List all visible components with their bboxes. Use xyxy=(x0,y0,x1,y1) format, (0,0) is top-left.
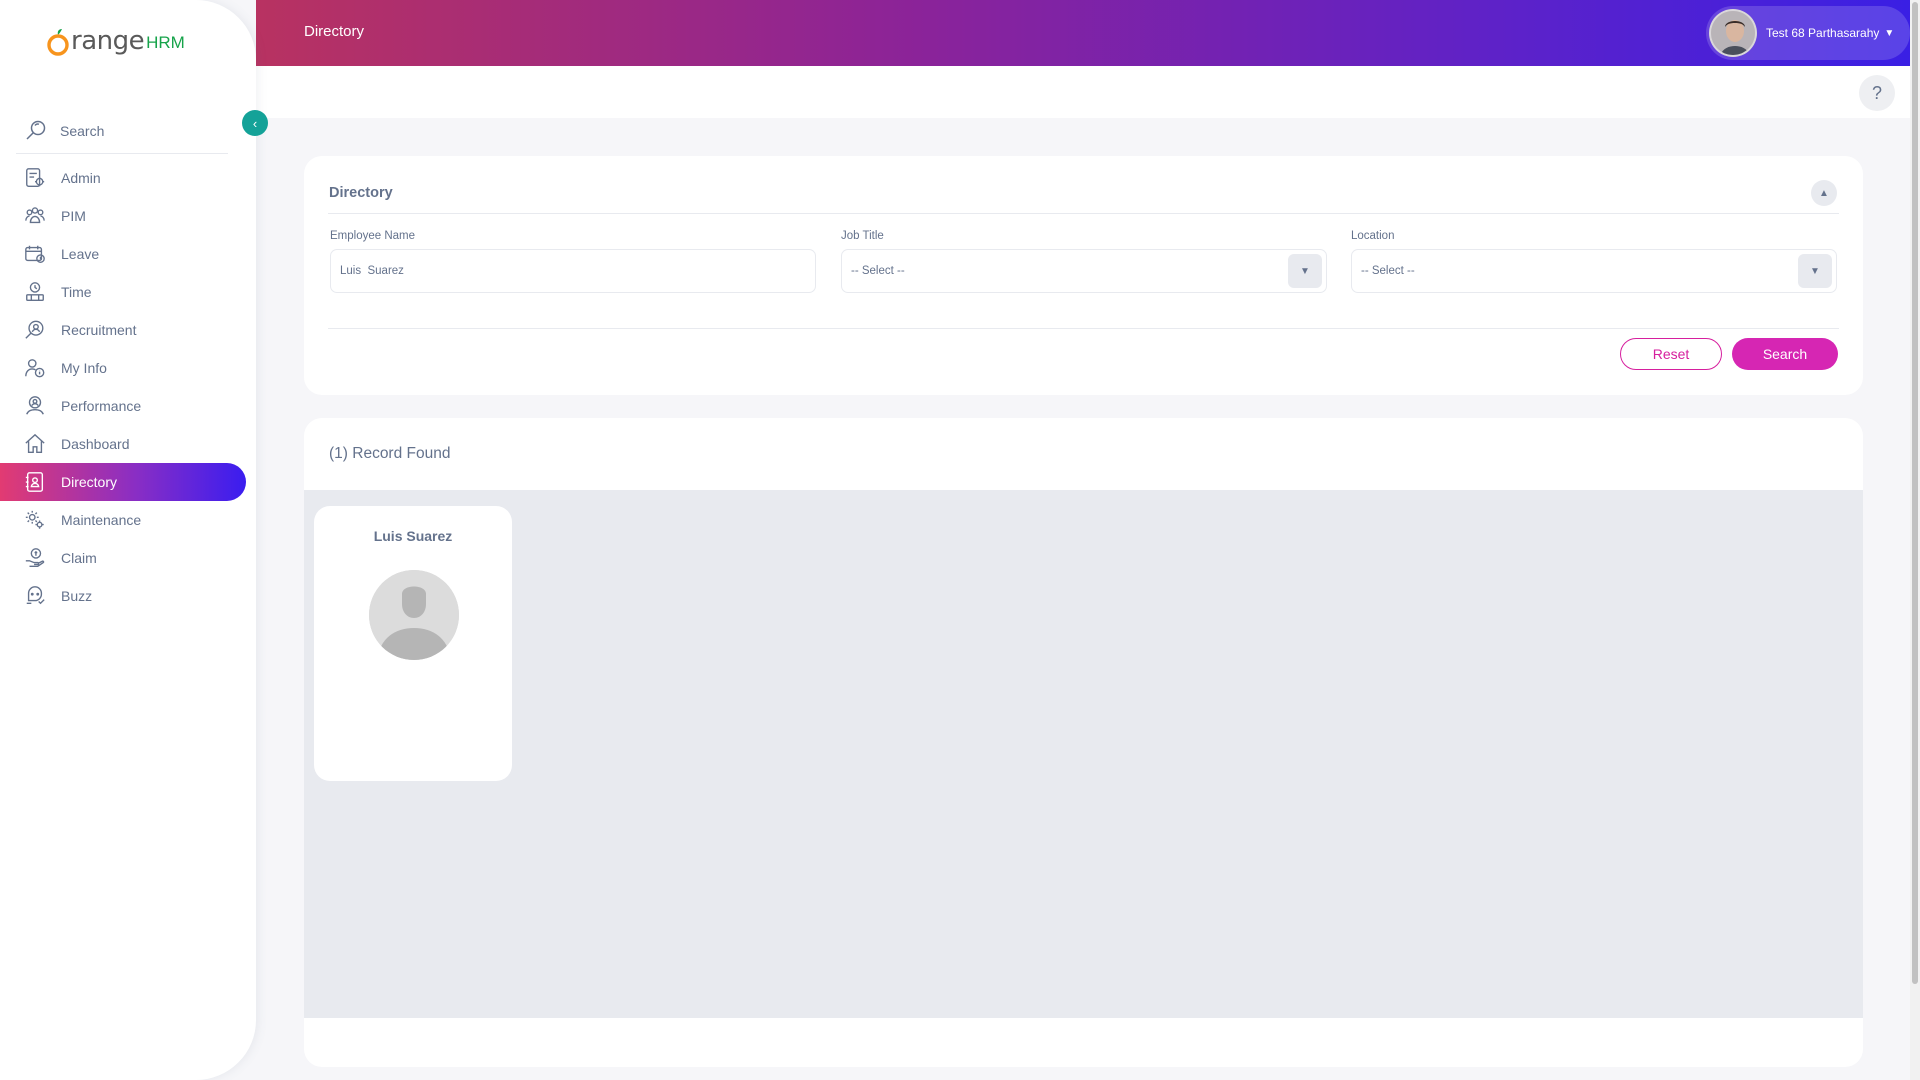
caret-down-icon: ▼ xyxy=(1288,254,1322,288)
sidebar-search[interactable] xyxy=(16,108,228,154)
my-info-icon xyxy=(22,355,48,381)
job-title-select[interactable]: -- Select -- ▼ xyxy=(841,249,1327,293)
sidebar-item-pim[interactable]: PIM xyxy=(0,197,256,235)
job-title-label: Job Title xyxy=(841,230,884,242)
avatar xyxy=(1709,9,1757,57)
page-scrollbar[interactable] xyxy=(1910,0,1920,1080)
sidebar-item-label: Leave xyxy=(61,246,100,262)
orangehrm-logo[interactable]: range HRM xyxy=(46,26,185,56)
sidebar-item-buzz[interactable]: Buzz xyxy=(0,577,256,615)
employee-card[interactable]: Luis Suarez xyxy=(314,506,512,781)
user-name: Test 68 Parthasarahy xyxy=(1766,26,1880,40)
filter-title: Directory xyxy=(329,185,393,201)
search-icon xyxy=(24,119,48,143)
recruitment-icon xyxy=(22,317,48,343)
user-dropdown[interactable]: Test 68 Parthasarahy ▼ xyxy=(1706,6,1910,60)
topbar: Directory Test 68 Parthasarahy ▼ xyxy=(256,0,1910,66)
sidebar-item-directory[interactable]: Directory xyxy=(0,463,246,501)
employee-photo xyxy=(369,570,459,660)
results-card: (1) Record Found Luis Suarez xyxy=(304,418,1863,1067)
job-title-selected: -- Select -- xyxy=(851,265,905,277)
sidebar-item-label: Dashboard xyxy=(61,436,130,452)
search-button[interactable]: Search xyxy=(1732,338,1838,370)
time-icon xyxy=(22,279,48,305)
sidebar-item-label: Time xyxy=(61,284,92,300)
collapse-filter-button[interactable]: ▲ xyxy=(1811,180,1837,206)
sidebar-menu: Admin PIM Leave Time Recruitment My Info… xyxy=(0,159,256,615)
sidebar-item-my-info[interactable]: My Info xyxy=(0,349,256,387)
sidebar-item-label: Buzz xyxy=(61,588,93,604)
location-select[interactable]: -- Select -- ▼ xyxy=(1351,249,1837,293)
directory-icon xyxy=(22,469,48,495)
sidebar-item-label: Recruitment xyxy=(61,322,137,338)
sidebar-item-admin[interactable]: Admin xyxy=(0,159,256,197)
leave-icon xyxy=(22,241,48,267)
location-selected: -- Select -- xyxy=(1361,265,1415,277)
help-button[interactable]: ? xyxy=(1859,75,1895,111)
location-field: Location -- Select -- ▼ xyxy=(1351,230,1837,293)
sidebar-item-label: Claim xyxy=(61,550,97,566)
orange-logo-icon xyxy=(46,28,70,56)
scrollbar-thumb[interactable] xyxy=(1912,2,1918,984)
job-title-field: Job Title -- Select -- ▼ xyxy=(841,230,1327,293)
divider xyxy=(328,213,1839,214)
sidebar-item-label: Performance xyxy=(61,398,142,414)
dashboard-icon xyxy=(22,431,48,457)
employee-grid[interactable]: Luis Suarez xyxy=(304,490,1863,1018)
caret-up-icon: ▲ xyxy=(1819,187,1829,199)
pim-icon xyxy=(22,203,48,229)
employee-name: Luis Suarez xyxy=(373,528,453,544)
sidebar-item-label: PIM xyxy=(61,208,86,224)
sidebar-item-recruitment[interactable]: Recruitment xyxy=(0,311,256,349)
sidebar: range HRM Admin xyxy=(0,0,256,1080)
claim-icon xyxy=(22,545,48,571)
subbar: ? xyxy=(256,66,1910,118)
sidebar-item-performance[interactable]: Performance xyxy=(0,387,256,425)
directory-filter-card: Directory ▲ Employee Name Job Title -- S… xyxy=(304,156,1863,395)
sidebar-collapse-button[interactable]: ‹ xyxy=(242,110,268,136)
employee-name-label: Employee Name xyxy=(330,230,416,242)
sidebar-search-input[interactable] xyxy=(60,122,220,139)
chevron-left-icon: ‹ xyxy=(252,115,258,131)
buzz-icon xyxy=(22,583,48,609)
record-count: (1) Record Found xyxy=(329,445,451,462)
help-label: ? xyxy=(1871,82,1882,103)
sidebar-item-maintenance[interactable]: Maintenance xyxy=(0,501,256,539)
sidebar-item-dashboard[interactable]: Dashboard xyxy=(0,425,256,463)
sidebar-item-time[interactable]: Time xyxy=(0,273,256,311)
sidebar-item-label: Admin xyxy=(61,170,101,186)
employee-name-input[interactable] xyxy=(340,265,780,277)
performance-icon xyxy=(22,393,48,419)
sidebar-item-leave[interactable]: Leave xyxy=(0,235,256,273)
brand-text: range xyxy=(71,26,145,56)
sidebar-item-label: Directory xyxy=(61,474,118,490)
caret-down-icon: ▼ xyxy=(1884,27,1895,39)
location-label: Location xyxy=(1351,230,1395,242)
sidebar-item-label: My Info xyxy=(61,360,107,376)
sidebar-item-claim[interactable]: Claim xyxy=(0,539,256,577)
employee-name-field: Employee Name xyxy=(330,230,816,293)
sidebar-item-label: Maintenance xyxy=(61,512,142,528)
brand-suffix: HRM xyxy=(146,33,185,52)
reset-button[interactable]: Reset xyxy=(1620,338,1722,370)
page-title: Directory xyxy=(304,23,365,40)
admin-icon xyxy=(22,165,48,191)
divider xyxy=(328,328,1839,329)
maintenance-icon xyxy=(22,507,48,533)
employee-name-box xyxy=(330,249,816,293)
caret-down-icon: ▼ xyxy=(1798,254,1832,288)
